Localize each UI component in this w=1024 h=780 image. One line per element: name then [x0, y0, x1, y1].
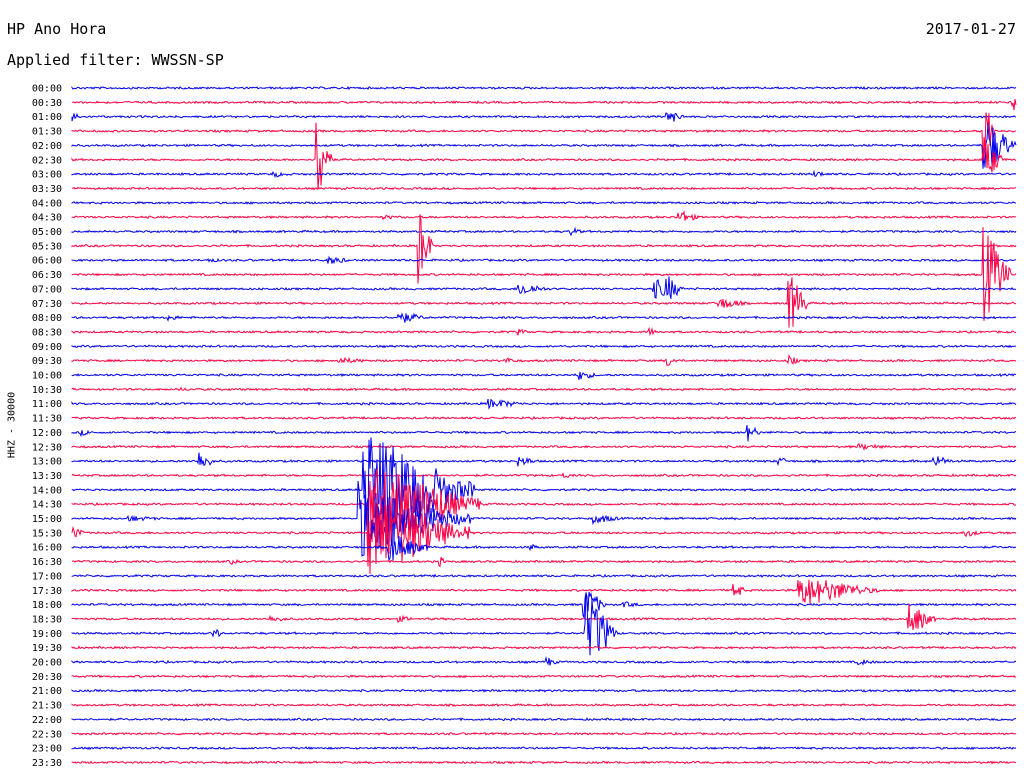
time-label: 04:30 [32, 213, 62, 224]
seismic-trace [71, 200, 1017, 205]
seismic-trace [71, 226, 1017, 237]
seismic-trace [71, 579, 1017, 604]
time-label: 04:00 [32, 198, 62, 209]
time-label: 07:00 [32, 284, 62, 295]
seismic-trace [71, 603, 1017, 630]
time-label: 18:30 [32, 614, 62, 625]
seismic-trace [71, 593, 1017, 656]
time-label: 10:00 [32, 371, 62, 382]
time-label: 22:30 [32, 729, 62, 740]
seismic-trace [71, 186, 1017, 191]
time-label: 09:30 [32, 356, 62, 367]
seismic-trace [71, 112, 1017, 165]
time-label: 19:00 [32, 629, 62, 640]
seismic-trace [71, 326, 1017, 337]
seismogram-plot: 00:00 00:30 01:00 01:30 02:00 02:30 03:00 03:30… [32, 84, 1017, 769]
seismic-trace [71, 112, 1017, 122]
time-label: 03:30 [32, 184, 62, 195]
seismic-trace [71, 745, 1017, 751]
seismic-trace [71, 557, 1017, 568]
seismic-trace [71, 353, 1017, 367]
seismic-trace [71, 480, 1017, 557]
time-label: 08:00 [32, 313, 62, 324]
time-label: 02:30 [32, 155, 62, 166]
seismic-trace [71, 535, 1017, 563]
time-label: 06:00 [32, 256, 62, 267]
time-label: 22:00 [32, 715, 62, 726]
time-label: 19:30 [32, 643, 62, 654]
seismic-trace [71, 276, 1017, 299]
time-label: 20:30 [32, 672, 62, 683]
time-label: 03:00 [32, 170, 62, 181]
seismic-trace [71, 386, 1017, 392]
time-label: 14:30 [32, 500, 62, 511]
time-label: 07:30 [32, 299, 62, 310]
time-label: 00:30 [32, 98, 62, 109]
time-label: 23:30 [32, 758, 62, 769]
seismic-trace [71, 731, 1017, 736]
seismic-trace [71, 255, 1017, 265]
seismic-trace [71, 277, 1017, 328]
seismic-trace [71, 452, 1017, 467]
time-label: 20:00 [32, 658, 62, 669]
time-label: 16:30 [32, 557, 62, 568]
seismic-trace [71, 99, 1017, 111]
time-label: 13:30 [32, 471, 62, 482]
time-label: 18:00 [32, 600, 62, 611]
time-label: 15:00 [32, 514, 62, 525]
time-label: 17:30 [32, 586, 62, 597]
time-label: 12:00 [32, 428, 62, 439]
time-label: 17:00 [32, 571, 62, 582]
seismic-trace [71, 344, 1017, 349]
seismic-trace [71, 415, 1017, 421]
seismic-trace [71, 425, 1017, 442]
time-label: 21:30 [32, 701, 62, 712]
time-label: 02:00 [32, 141, 62, 152]
time-label: 05:00 [32, 227, 62, 238]
seismic-trace [71, 717, 1017, 722]
seismic-trace [71, 214, 1017, 284]
seismic-trace [71, 122, 1017, 190]
time-label: 01:00 [32, 112, 62, 123]
seismic-trace [71, 760, 1016, 765]
seismic-trace [71, 85, 1017, 91]
seismic-trace [71, 645, 1017, 650]
seismic-trace [71, 227, 1017, 322]
time-label: 21:00 [32, 686, 62, 697]
seismic-trace [71, 437, 1017, 532]
seismic-trace [71, 169, 1017, 179]
seismic-trace [71, 443, 1017, 451]
time-label: 23:00 [32, 744, 62, 755]
time-label: 01:30 [32, 127, 62, 138]
time-label: 08:30 [32, 327, 62, 338]
seismic-trace [71, 688, 1017, 693]
seismic-trace [71, 371, 1017, 380]
seismic-trace [71, 591, 1017, 620]
time-label: 11:30 [32, 414, 62, 425]
time-label: 10:30 [32, 385, 62, 396]
seismic-trace [71, 573, 1017, 578]
seismic-trace [71, 468, 1017, 546]
time-label: 12:30 [32, 442, 62, 453]
seismic-trace [71, 398, 1017, 410]
seismic-trace [71, 312, 1017, 323]
time-label: 11:00 [32, 399, 62, 410]
seismic-trace [71, 703, 1017, 708]
time-label: 14:00 [32, 485, 62, 496]
time-label: 15:30 [32, 528, 62, 539]
seismic-trace [71, 674, 1017, 679]
seismic-trace [71, 210, 1017, 221]
time-label: 00:00 [32, 84, 62, 95]
time-label: 05:30 [32, 241, 62, 252]
time-label: 13:00 [32, 457, 62, 468]
seismic-trace [71, 655, 1017, 666]
time-label: 06:30 [32, 270, 62, 281]
time-label: 16:00 [32, 543, 62, 554]
time-label: 09:00 [32, 342, 62, 353]
seismic-trace [71, 472, 1017, 479]
